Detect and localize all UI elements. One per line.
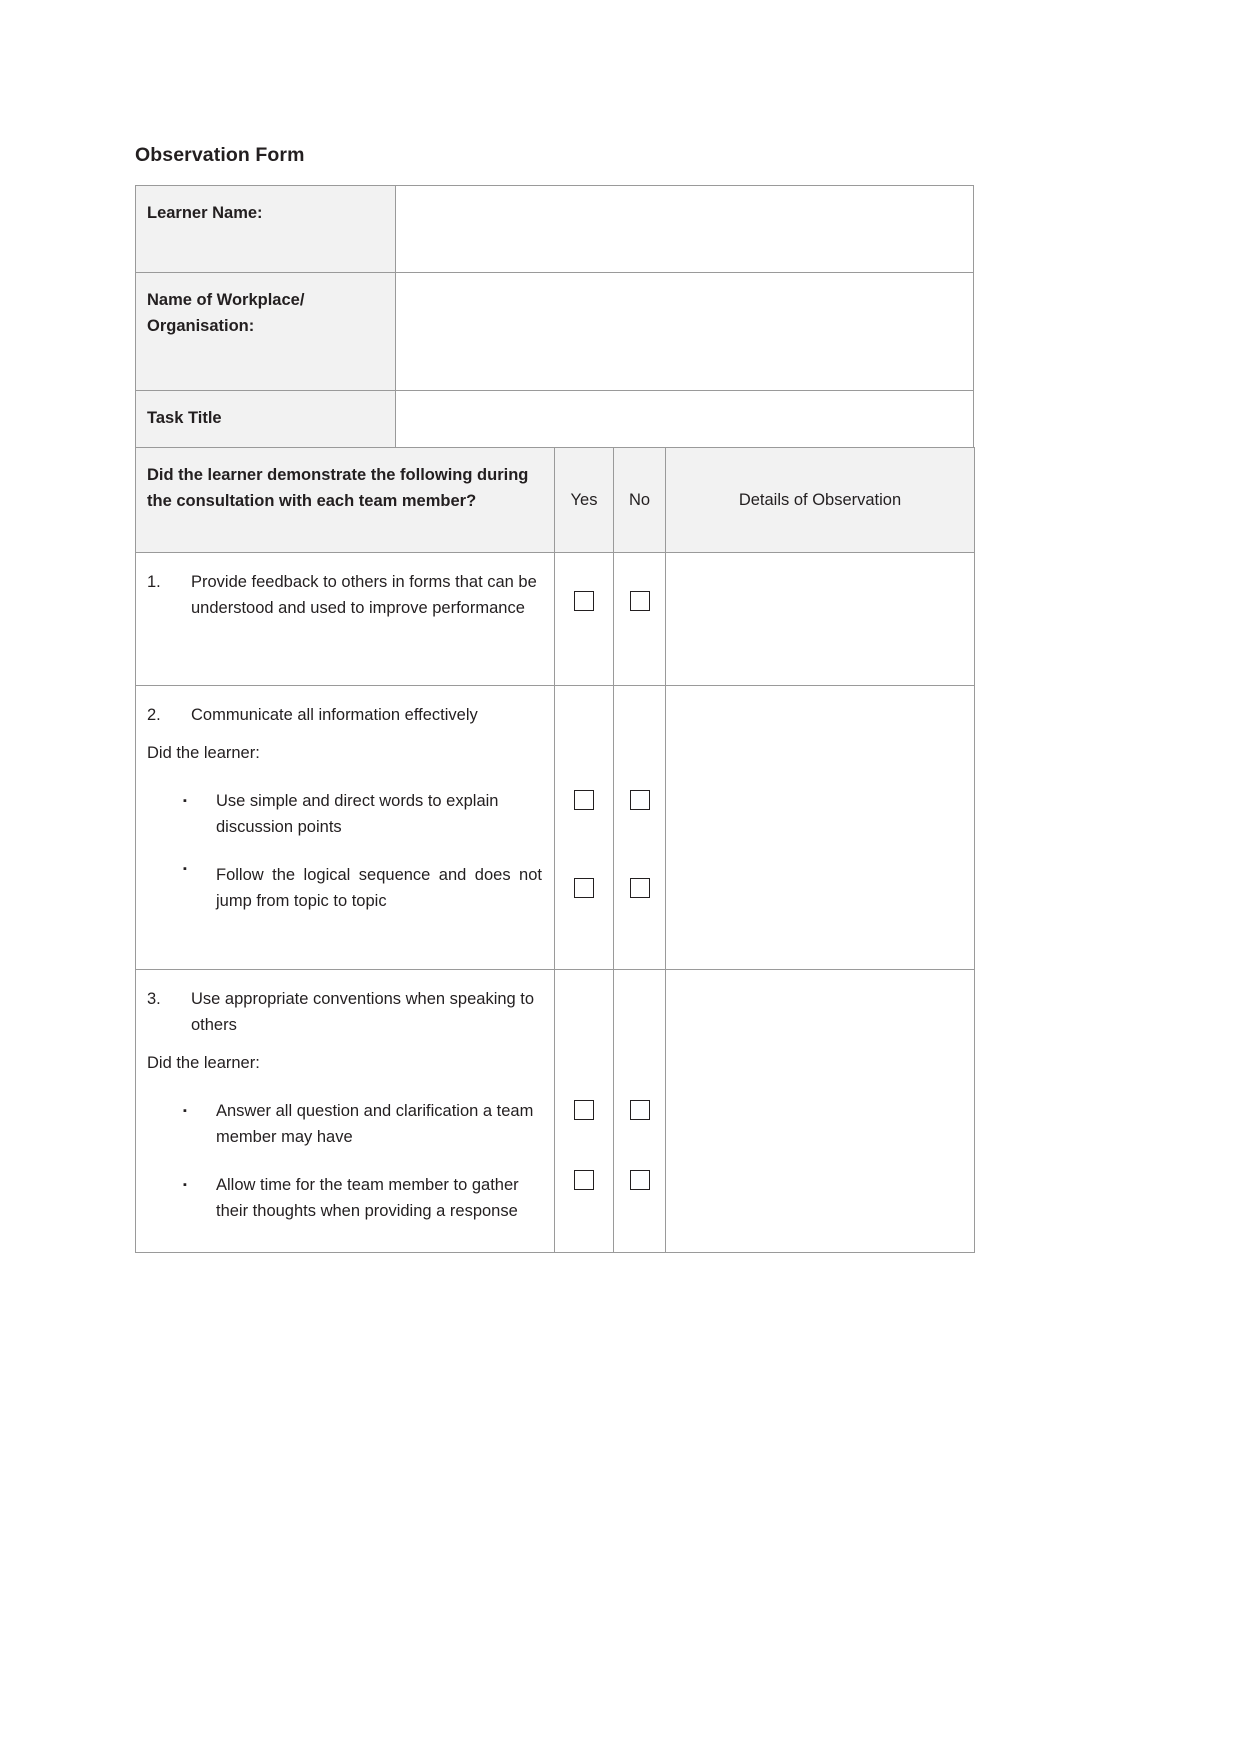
square-bullet-icon: ▪ xyxy=(183,1179,187,1191)
document-page: Observation Form Learner Name: Name of W… xyxy=(0,0,1241,1754)
square-bullet-icon: ▪ xyxy=(183,1105,187,1117)
yes-checkbox-cell-3[interactable] xyxy=(554,969,614,1253)
bullet-item-3-2: ▪ Allow time for the team member to gath… xyxy=(147,1172,542,1224)
yes-checkbox-cell-1[interactable] xyxy=(554,552,614,686)
question-cell-3: 3. Use appropriate conventions when spea… xyxy=(135,969,555,1253)
sub-prompt-3: Did the learner: xyxy=(147,1054,260,1072)
field-label: Task Title xyxy=(147,409,222,427)
square-bullet-icon: ▪ xyxy=(183,795,187,807)
bullet-text: Answer all question and clarification a … xyxy=(216,1102,534,1146)
field-value-cell-learner-name[interactable] xyxy=(395,185,974,273)
observation-checklist-table: Did the learner demonstrate the followin… xyxy=(135,447,975,1253)
sub-prompt-2: Did the learner: xyxy=(147,744,260,762)
checklist-prompt-cell: Did the learner demonstrate the followin… xyxy=(135,447,555,553)
numbered-item-3: 3. Use appropriate conventions when spea… xyxy=(147,986,542,1038)
empty-checkbox-icon[interactable] xyxy=(574,1170,594,1190)
item-text: Use appropriate conventions when speakin… xyxy=(191,990,535,1034)
details-cell-3[interactable] xyxy=(665,969,975,1253)
no-checkbox-cell-3[interactable] xyxy=(613,969,666,1253)
empty-checkbox-icon[interactable] xyxy=(574,591,594,611)
field-label-cell-workplace: Name of Workplace/ Organisation: xyxy=(135,272,396,391)
empty-checkbox-icon[interactable] xyxy=(629,1170,650,1190)
empty-checkbox-icon[interactable] xyxy=(629,591,650,611)
table-row: Name of Workplace/ Organisation: xyxy=(135,272,974,391)
empty-checkbox-icon[interactable] xyxy=(629,1100,650,1120)
column-header-details: Details of Observation xyxy=(665,447,975,553)
yes-checkbox-cell-2[interactable] xyxy=(554,685,614,970)
field-value-cell-workplace[interactable] xyxy=(395,272,974,391)
table-row: Learner Name: xyxy=(135,185,974,273)
table-row: 3. Use appropriate conventions when spea… xyxy=(135,969,975,1253)
bullet-item-3-1: ▪ Answer all question and clarification … xyxy=(147,1098,542,1150)
empty-checkbox-icon[interactable] xyxy=(574,790,594,810)
no-checkbox-cell-1[interactable] xyxy=(613,552,666,686)
checklist-prompt: Did the learner demonstrate the followin… xyxy=(147,466,529,510)
item-number: 1. xyxy=(147,573,161,591)
item-number: 2. xyxy=(147,706,161,724)
question-cell-1: 1. Provide feedback to others in forms t… xyxy=(135,552,555,686)
column-header-yes: Yes xyxy=(554,447,614,553)
empty-checkbox-icon[interactable] xyxy=(574,1100,594,1120)
table-row: 1. Provide feedback to others in forms t… xyxy=(135,552,975,686)
field-label: Learner Name: xyxy=(147,204,263,222)
details-cell-1[interactable] xyxy=(665,552,975,686)
question-cell-2: 2. Communicate all information effective… xyxy=(135,685,555,970)
field-label: Name of Workplace/ Organisation: xyxy=(147,291,305,335)
bullet-item-2-2: ▪ Follow the logical sequence and does n… xyxy=(147,862,542,914)
item-text: Communicate all information effectively xyxy=(191,706,478,724)
table-row: 2. Communicate all information effective… xyxy=(135,685,975,970)
square-bullet-icon: ▪ xyxy=(183,863,187,875)
empty-checkbox-icon[interactable] xyxy=(629,878,650,898)
field-label-cell-learner-name: Learner Name: xyxy=(135,185,396,273)
bullet-text: Follow the logical sequence and does not… xyxy=(216,866,542,910)
page-title: Observation Form xyxy=(135,144,305,166)
empty-checkbox-icon[interactable] xyxy=(574,878,594,898)
bullet-text: Use simple and direct words to explain d… xyxy=(216,792,499,836)
details-cell-2[interactable] xyxy=(665,685,975,970)
bullet-item-2-1: ▪ Use simple and direct words to explain… xyxy=(147,788,542,840)
column-header-no: No xyxy=(613,447,666,553)
numbered-item-2: 2. Communicate all information effective… xyxy=(147,702,542,728)
no-checkbox-cell-2[interactable] xyxy=(613,685,666,970)
item-number: 3. xyxy=(147,990,161,1008)
item-text: Provide feedback to others in forms that… xyxy=(191,573,537,617)
bullet-text: Allow time for the team member to gather… xyxy=(216,1176,519,1220)
checklist-header-row: Did the learner demonstrate the followin… xyxy=(135,447,975,553)
empty-checkbox-icon[interactable] xyxy=(629,790,650,810)
numbered-item-1: 1. Provide feedback to others in forms t… xyxy=(147,569,542,621)
